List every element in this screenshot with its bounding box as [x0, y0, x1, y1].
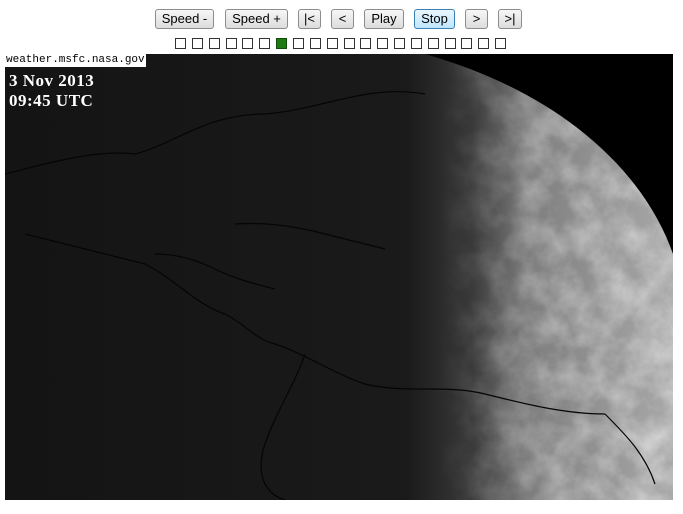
frame-box-15[interactable] — [411, 38, 422, 49]
animation-controls: Speed - Speed + |< < Play Stop > >| — [0, 9, 683, 31]
frame-box-3[interactable] — [209, 38, 220, 49]
last-frame-button[interactable]: >| — [498, 9, 522, 29]
frame-box-6[interactable] — [259, 38, 270, 49]
frame-box-8[interactable] — [293, 38, 304, 49]
stop-button[interactable]: Stop — [414, 9, 455, 29]
frame-box-16[interactable] — [428, 38, 439, 49]
next-frame-button[interactable]: > — [465, 9, 488, 29]
frame-box-12[interactable] — [360, 38, 371, 49]
frame-box-20[interactable] — [495, 38, 506, 49]
speed-down-button[interactable]: Speed - — [155, 9, 214, 29]
frame-box-11[interactable] — [344, 38, 355, 49]
frame-box-9[interactable] — [310, 38, 321, 49]
speed-up-button[interactable]: Speed + — [225, 9, 288, 29]
frame-selector — [0, 38, 683, 52]
frame-box-7[interactable] — [276, 38, 287, 49]
frame-box-1[interactable] — [175, 38, 186, 49]
frame-box-10[interactable] — [327, 38, 338, 49]
frame-box-4[interactable] — [226, 38, 237, 49]
frame-box-17[interactable] — [445, 38, 456, 49]
play-button[interactable]: Play — [364, 9, 404, 29]
satellite-image — [5, 54, 673, 500]
image-date: 3 Nov 2013 — [9, 71, 95, 90]
first-frame-button[interactable]: |< — [298, 9, 321, 29]
satellite-map — [5, 54, 673, 500]
frame-box-2[interactable] — [192, 38, 203, 49]
image-time: 09:45 UTC — [9, 91, 94, 110]
frame-box-18[interactable] — [461, 38, 472, 49]
previous-frame-button[interactable]: < — [331, 9, 354, 29]
frame-box-14[interactable] — [394, 38, 405, 49]
frame-box-19[interactable] — [478, 38, 489, 49]
page-bottom — [0, 500, 683, 514]
frame-box-13[interactable] — [377, 38, 388, 49]
frame-box-5[interactable] — [242, 38, 253, 49]
source-label: weather.msfc.nasa.gov — [5, 54, 146, 67]
